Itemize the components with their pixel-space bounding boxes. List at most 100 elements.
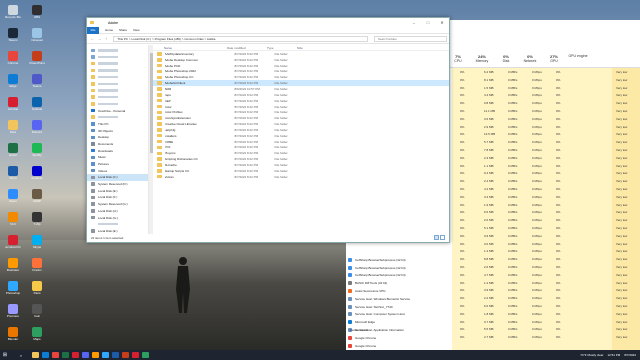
nav-pane-item[interactable]: Local Disk (H:) [87, 208, 148, 215]
desktop-icon[interactable]: OBS [26, 5, 48, 25]
desktop-icon[interactable]: Calc [26, 304, 48, 324]
column-header[interactable]: 0% Disk [494, 54, 518, 63]
large-icons-view-icon[interactable] [440, 235, 445, 240]
nav-pane-item[interactable] [87, 67, 148, 74]
nav-pane-item[interactable]: Local Disk (C:) [87, 174, 148, 181]
tab-share[interactable]: Share [119, 28, 127, 32]
details-view-icon[interactable] [434, 235, 439, 240]
process-row[interactable]: Service Host: StorSvc_77d0 [346, 303, 452, 311]
process-row[interactable]: Avast SecureLine VPN [346, 287, 452, 295]
process-row[interactable]: CefSharp.BrowserSubprocess (32 bit) [346, 256, 452, 264]
column-header[interactable]: 24% Memory [470, 54, 494, 63]
nav-pane-item[interactable]: Videos [87, 167, 148, 174]
nav-pane-item[interactable]: Pictures [87, 161, 148, 168]
tab-view[interactable]: View [133, 28, 139, 32]
weather-widget[interactable]: 74°F Mostly clear [580, 353, 603, 357]
clock-date[interactable]: 8/7/2022 [624, 353, 636, 357]
start-button[interactable]: ⊞ [0, 352, 10, 358]
desktop-icon[interactable]: Zoom [2, 189, 24, 209]
desktop-icon[interactable]: Edge [2, 74, 24, 94]
close-button[interactable]: ✕ [435, 18, 449, 27]
nav-pane-item[interactable] [87, 74, 148, 81]
nav-pane-item[interactable] [87, 87, 148, 94]
taskbar-app-icon[interactable] [92, 352, 99, 358]
nav-pane-item[interactable]: Music [87, 154, 148, 161]
forward-icon[interactable]: → [96, 36, 103, 41]
process-row[interactable]: Microsoft Edge [346, 318, 452, 326]
desktop-icon[interactable]: Skype [26, 235, 48, 255]
desktop-icon[interactable]: Blender [2, 327, 24, 347]
column-header[interactable]: 0% Network [518, 54, 542, 63]
taskbar-app-icon[interactable] [72, 352, 79, 358]
process-row[interactable]: Google Chrome [346, 342, 452, 350]
process-row[interactable]: Service Host: Windows Biometric Service [346, 295, 452, 303]
nav-pane-item[interactable] [87, 80, 148, 87]
tab-file[interactable]: File [87, 26, 99, 34]
taskbar-app-icon[interactable] [62, 352, 69, 358]
nav-pane-item[interactable]: System Reserved (D:) [87, 181, 148, 188]
process-row[interactable]: Service Host: Computer System Host [346, 311, 452, 319]
column-header[interactable]: 27% GPU [542, 54, 566, 63]
desktop-icon[interactable]: Steam [2, 28, 24, 48]
taskbar-app-icon[interactable] [52, 352, 59, 358]
nav-pane-item[interactable]: Local Disk (E:) [87, 187, 148, 194]
nav-pane-item[interactable]: 3D Objects [87, 127, 148, 134]
tab-home[interactable]: Home [105, 28, 113, 32]
address-bar[interactable]: This PC > Local Disk (C:) > Program File… [113, 35, 368, 42]
nav-pane-item[interactable]: System Reserved (G:) [87, 201, 148, 208]
file-row[interactable]: Vulcan 8/7/2022 8:22 PM File folder [153, 174, 449, 180]
column-type[interactable]: Type [267, 46, 297, 50]
nav-pane-item[interactable] [87, 47, 148, 54]
desktop-icon[interactable]: Chrome [2, 51, 24, 71]
column-header[interactable]: GPU engine [566, 54, 590, 63]
column-name[interactable]: Name [157, 46, 227, 50]
desktop-icon[interactable]: Outlook [26, 97, 48, 117]
taskbar-app-icon[interactable] [102, 352, 109, 358]
desktop-icon[interactable]: Premiere [2, 304, 24, 324]
process-row[interactable]: Google Chrome [346, 334, 452, 342]
taskbar-app-icon[interactable] [42, 352, 49, 358]
desktop-icon[interactable]: Audacity [26, 166, 48, 186]
desktop-icon[interactable]: Word [2, 166, 24, 186]
minimize-button[interactable]: – [407, 18, 421, 27]
desktop-icon[interactable]: Notepad [26, 28, 48, 48]
nav-pane-item[interactable] [87, 114, 148, 121]
nav-pane-item[interactable] [87, 221, 148, 228]
process-row[interactable]: BASIC Diff Tools (32 bit) [346, 279, 452, 287]
desktop-icon[interactable]: GIMP [26, 189, 48, 209]
desktop-icon[interactable]: Paint [26, 281, 48, 301]
nav-pane-item[interactable]: Documents [87, 141, 148, 148]
desktop-icon[interactable]: VLC [2, 212, 24, 232]
taskbar-app-icon[interactable] [122, 352, 129, 358]
desktop-icon[interactable]: 7-Zip [26, 212, 48, 232]
nav-pane-item[interactable] [87, 94, 148, 101]
taskbar-app-icon[interactable] [142, 352, 149, 358]
desktop-icon[interactable]: Illustrator [2, 258, 24, 278]
taskbar-app-icon[interactable] [132, 352, 139, 358]
taskbar-app-icon[interactable] [112, 352, 119, 358]
column-date-modified[interactable]: Date modified [227, 46, 267, 50]
desktop-icon[interactable]: Discord [26, 120, 48, 140]
process-row[interactable]: CefSharp.BrowserSubprocess (32 bit) [346, 264, 452, 272]
desktop-icon[interactable]: PowerPoint [26, 51, 48, 71]
desktop-icon[interactable]: Photoshop [2, 281, 24, 301]
clock-time[interactable]: 12:51 PM [607, 353, 620, 357]
desktop-icon[interactable]: Spotify [26, 143, 48, 163]
nav-pane-item[interactable]: Local Disk (G:) [87, 214, 148, 221]
desktop-icon[interactable]: Maps [26, 327, 48, 347]
desktop-icon[interactable]: Recycle Bin [2, 5, 24, 25]
desktop-icon[interactable]: Files [2, 120, 24, 140]
nav-pane-item[interactable] [87, 60, 148, 67]
nav-pane-item[interactable]: Local Disk (F:) [87, 194, 148, 201]
desktop-icon[interactable]: Acrobat [2, 97, 24, 117]
search-input[interactable]: Search Adobe [374, 35, 447, 42]
nav-pane-item[interactable] [87, 101, 148, 108]
nav-pane-item[interactable]: Desktop [87, 134, 148, 141]
desktop-icon[interactable]: Teams [26, 74, 48, 94]
search-icon[interactable]: ⌕ [13, 352, 29, 358]
maximize-button[interactable]: □ [421, 18, 435, 27]
desktop-icon[interactable]: Excel [2, 143, 24, 163]
fewer-details-button[interactable]: Fewer details [350, 328, 368, 332]
nav-pane-item[interactable] [87, 54, 148, 61]
nav-pane-item[interactable]: Downloads [87, 147, 148, 154]
